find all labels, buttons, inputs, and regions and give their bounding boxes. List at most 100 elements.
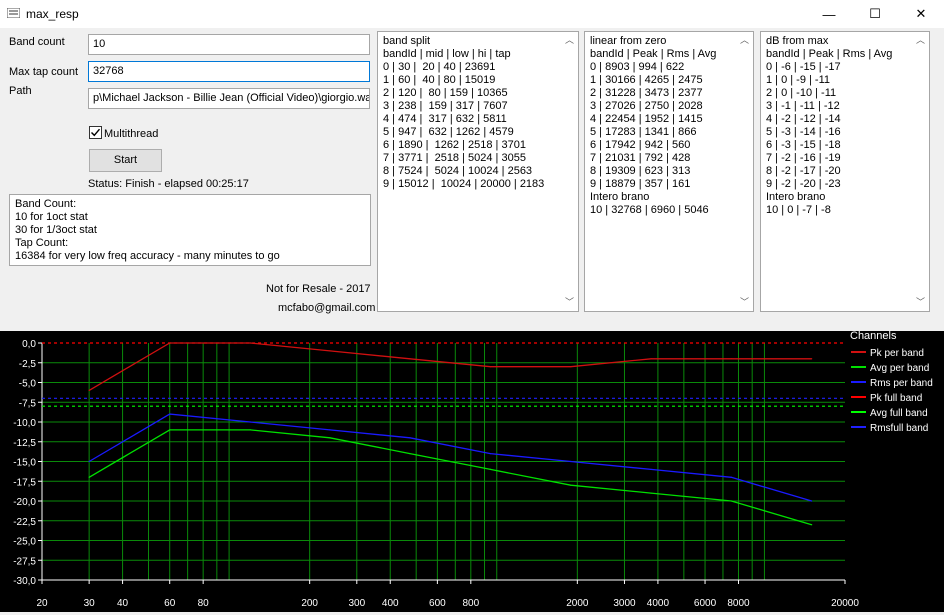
scroll-up-icon[interactable]: ︿ (740, 34, 749, 47)
legend-label: Avg per band (870, 363, 929, 374)
y-tick-label: -25,0 (13, 537, 36, 548)
y-tick-label: -20,0 (13, 497, 36, 508)
y-tick-label: -2,5 (19, 359, 37, 370)
legend-label: Pk per band (870, 348, 924, 359)
panel-line: 1 | 30166 | 4265 | 2475 (590, 74, 703, 86)
x-tick-label: 80 (198, 598, 210, 609)
response-chart: 0,0 -2,5 -5,0 -7,5 -10,0 -12,5 -15,0 -17,5 -20,0… (0, 330, 944, 612)
data-point (570, 460, 572, 463)
db-panel[interactable]: dB from max bandId | Peak | Rms | Avg 0 … (760, 31, 930, 312)
x-tick-label: 40 (117, 598, 129, 609)
path-input[interactable]: p\Michael Jackson - Billie Jean (Officia… (88, 88, 370, 109)
data-point (329, 437, 331, 439)
y-tick-label: 0,0 (22, 339, 36, 350)
status-text: Status: Finish - elapsed 00:25:17 (88, 178, 249, 190)
x-tick-label: 300 (348, 598, 365, 609)
band-count-input[interactable]: 10 (88, 34, 370, 55)
data-point (489, 468, 492, 470)
vertical-scrollbar[interactable]: ︿ ﹀ (562, 32, 578, 311)
data-point (811, 524, 813, 526)
data-point (730, 500, 732, 502)
y-tick-label: -12,5 (13, 438, 36, 449)
app-icon (7, 8, 20, 18)
panel-line: 4 | -2 | -12 | -14 (766, 113, 841, 125)
x-tick-label: 3000 (613, 598, 636, 609)
y-tick-label: -22,5 (13, 517, 36, 528)
data-point (409, 358, 411, 360)
panel-line: 8 | 7524 | 5024 | 10024 | 2563 (383, 165, 533, 177)
data-point (650, 358, 652, 360)
legend-label: Rms per band (870, 378, 933, 389)
panel-line: 7 | 3771 | 2518 | 5024 | 3055 (383, 152, 526, 164)
panel-line: 4 | 22454 | 1952 | 1415 (590, 113, 703, 125)
data-point (409, 437, 411, 439)
data-point (88, 460, 90, 463)
panel-line: 3 | 27026 | 2750 | 2028 (590, 100, 703, 112)
panel-line: 8 | -2 | -17 | -20 (766, 165, 841, 177)
resale-note: Not for Resale - 2017 (266, 283, 371, 295)
y-tick-label: -30,0 (13, 576, 36, 587)
max-tap-input[interactable]: 32768 (88, 61, 370, 82)
data-point (650, 492, 652, 494)
start-button[interactable]: Start (89, 149, 162, 172)
scroll-down-icon[interactable]: ﹀ (740, 296, 749, 309)
multithread-label[interactable]: Multithread (104, 128, 158, 140)
y-tick-label: -27,5 (13, 556, 36, 567)
x-tick-label: 60 (164, 598, 176, 609)
panel-line: 0 | 8903 | 994 | 622 (590, 61, 685, 73)
panel-line: 9 | -2 | -20 | -23 (766, 178, 841, 190)
panel-line: 9 | 18879 | 357 | 161 (590, 178, 691, 190)
x-tick-label: 400 (382, 598, 399, 609)
panel-line: 3 | -1 | -11 | -12 (766, 100, 840, 112)
panel-line: 2 | 31228 | 3473 | 2377 (590, 87, 703, 99)
max-tap-label: Max tap count (9, 66, 79, 78)
series-line (88, 429, 812, 526)
panel-line: band split (383, 35, 431, 47)
y-tick-label: -17,5 (13, 477, 36, 488)
series-line (88, 342, 812, 391)
panel-line: linear from zero (590, 35, 667, 47)
data-point (811, 500, 813, 502)
data-point (730, 476, 732, 478)
band-split-panel[interactable]: band split bandId | mid | low | hi | tap… (377, 31, 579, 312)
multithread-checkbox[interactable] (89, 126, 102, 139)
chart-canvas: 0,0 -2,5 -5,0 -7,5 -10,0 -12,5 -15,0 -17,5 -20,0… (13, 330, 933, 609)
panel-line: 4 | 474 | 317 | 632 | 5811 (383, 113, 507, 125)
panel-line: 6 | 1890 | 1262 | 2518 | 3701 (383, 139, 526, 151)
y-tick-label: -15,0 (13, 458, 36, 469)
data-point (489, 453, 492, 455)
vertical-scrollbar[interactable]: ︿ ﹀ (913, 32, 929, 311)
data-point (811, 358, 813, 360)
panel-line: 10 | 0 | -7 | -8 (766, 204, 831, 216)
minimize-button[interactable]: — (806, 0, 852, 28)
x-tick-label: 6000 (694, 598, 717, 609)
title-bar: max_resp — ☐ ✕ (0, 0, 944, 28)
linear-panel[interactable]: linear from zero bandId | Peak | Rms | A… (584, 31, 754, 312)
path-label: Path (9, 85, 32, 97)
help-line: Band Count: (15, 198, 77, 210)
x-tick-label: 2000 (566, 598, 589, 609)
panel-line: Intero brano (766, 191, 826, 203)
panel-line: bandId | mid | low | hi | tap (383, 48, 511, 60)
close-button[interactable]: ✕ (898, 0, 944, 28)
data-point (169, 342, 171, 344)
scroll-up-icon[interactable]: ︿ (916, 34, 925, 47)
series-line (88, 413, 812, 502)
panel-line: 5 | 947 | 632 | 1262 | 4579 (383, 126, 514, 138)
panel-line: 1 | 60 | 40 | 80 | 15019 (383, 74, 496, 86)
y-tick-label: -10,0 (13, 418, 36, 429)
help-line: Tap Count: (15, 237, 69, 249)
vertical-scrollbar[interactable]: ︿ ﹀ (737, 32, 753, 311)
maximize-button[interactable]: ☐ (852, 0, 898, 28)
data-point (249, 342, 251, 344)
panel-line: 2 | 120 | 80 | 159 | 10365 (383, 87, 508, 99)
scroll-down-icon[interactable]: ﹀ (916, 296, 925, 309)
x-tick-label: 20000 (831, 598, 859, 609)
scroll-down-icon[interactable]: ﹀ (565, 296, 574, 309)
x-tick-label: 200 (301, 598, 318, 609)
panel-line: 0 | -6 | -15 | -17 (766, 61, 841, 73)
panel-line: 0 | 30 | 20 | 40 | 23691 (383, 61, 496, 73)
data-point (489, 366, 492, 368)
data-point (249, 429, 251, 431)
scroll-up-icon[interactable]: ︿ (565, 34, 574, 47)
